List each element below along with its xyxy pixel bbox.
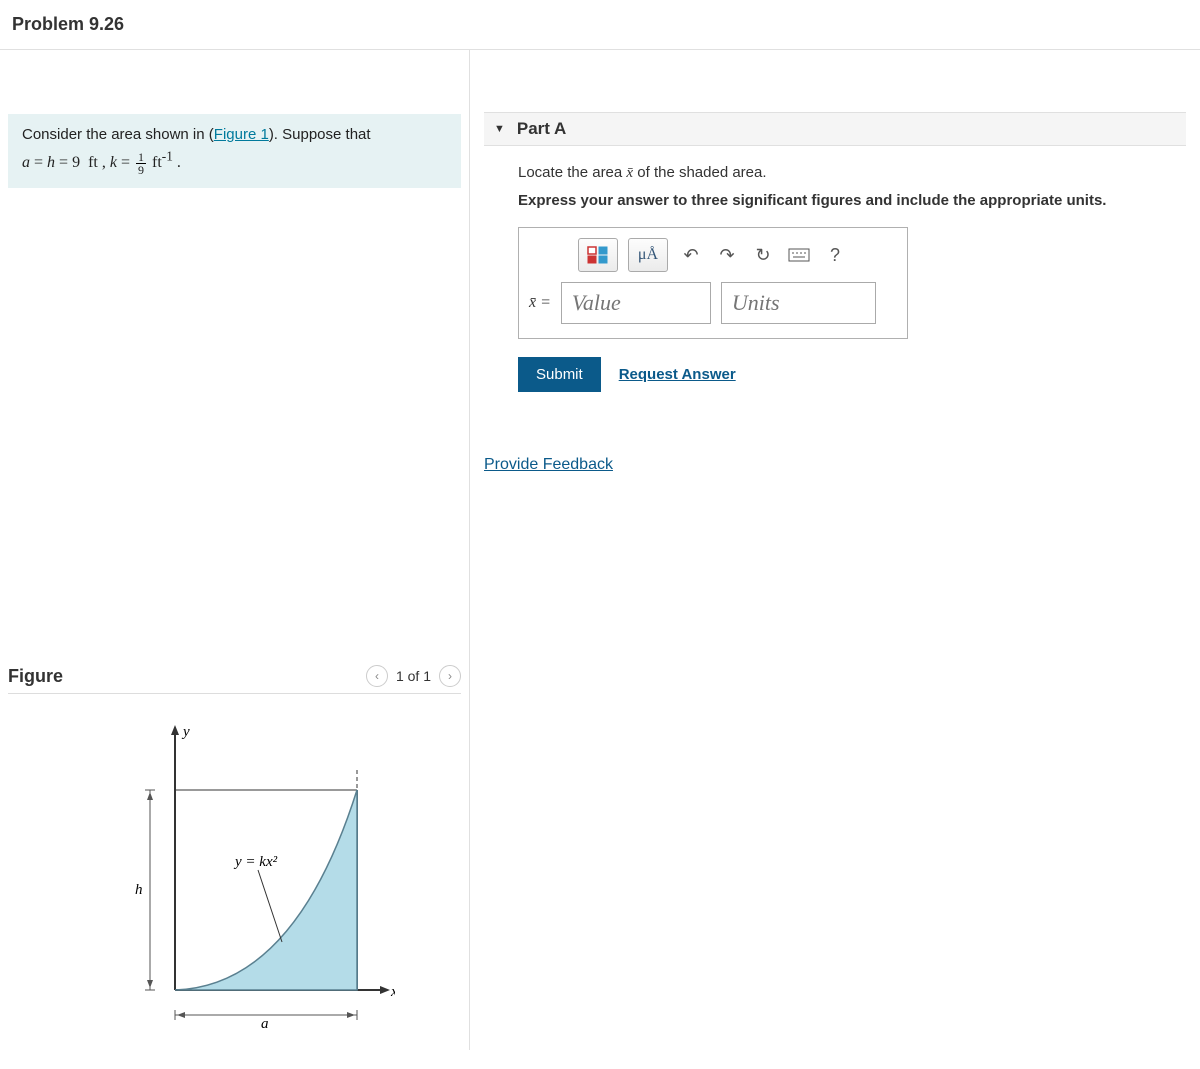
problem-statement: Consider the area shown in (Figure 1). S… (8, 114, 461, 188)
left-column: Consider the area shown in (Figure 1). S… (0, 50, 470, 1050)
x-axis-label: x (390, 984, 395, 1000)
figure-section: Figure ‹ 1 of 1 › y x (0, 655, 469, 1050)
redo-button[interactable]: ↷ (714, 238, 740, 272)
a-label: a (261, 1016, 269, 1030)
collapse-icon: ▼ (494, 123, 505, 135)
part-header[interactable]: ▼ Part A (484, 112, 1186, 146)
value-input[interactable] (561, 282, 711, 324)
infobox-text-pre: Consider the area shown in ( (22, 126, 214, 143)
units-input[interactable] (721, 282, 876, 324)
figure-link[interactable]: Figure 1 (214, 126, 269, 143)
figure-body: y x y = kx² (8, 700, 461, 1040)
figure-next-button[interactable]: › (439, 665, 461, 687)
prompt-text: Locate the area x̄ of the shaded area. (518, 164, 1170, 182)
right-column: ▼ Part A Locate the area x̄ of the shade… (470, 50, 1200, 1050)
figure-counter: 1 of 1 (396, 668, 431, 684)
figure-prev-button[interactable]: ‹ (366, 665, 388, 687)
units-button[interactable]: μÅ (628, 238, 668, 272)
figure-svg: y x y = kx² (75, 710, 395, 1030)
help-button[interactable]: ? (822, 238, 848, 272)
answer-box: μÅ ↶ ↷ ↻ ? (518, 227, 908, 339)
keyboard-button[interactable] (786, 238, 812, 272)
submit-row: Submit Request Answer (518, 357, 1170, 392)
undo-button[interactable]: ↶ (678, 238, 704, 272)
reset-button[interactable]: ↻ (750, 238, 776, 272)
submit-button[interactable]: Submit (518, 357, 601, 392)
templates-button[interactable] (578, 238, 618, 272)
answer-input-row: x̄ = (519, 282, 907, 338)
xbar-equals: x̄ = (529, 282, 551, 324)
infobox-text-post: ). Suppose that (269, 126, 371, 143)
figure-header: Figure ‹ 1 of 1 › (8, 665, 461, 694)
answer-toolbar: μÅ ↶ ↷ ↻ ? (519, 228, 907, 282)
columns: Consider the area shown in (Figure 1). S… (0, 50, 1200, 1050)
curve-label: y = kx² (233, 854, 278, 870)
request-answer-link[interactable]: Request Answer (619, 366, 736, 383)
answer-area: μÅ ↶ ↷ ↻ ? (518, 227, 1170, 392)
part-body: Locate the area x̄ of the shaded area. E… (470, 146, 1200, 424)
problem-title: Problem 9.26 (12, 14, 1188, 35)
figure-title: Figure (8, 666, 63, 687)
part-title: Part A (517, 119, 566, 139)
y-axis-label: y (181, 724, 190, 740)
h-label: h (135, 882, 143, 898)
problem-header: Problem 9.26 (0, 0, 1200, 50)
figure-nav: ‹ 1 of 1 › (366, 665, 461, 687)
instructions: Express your answer to three significant… (518, 192, 1170, 209)
provide-feedback-link[interactable]: Provide Feedback (484, 456, 613, 474)
given-equation: a = h = 9 ft , k = 19 ft-1 . (22, 154, 181, 171)
